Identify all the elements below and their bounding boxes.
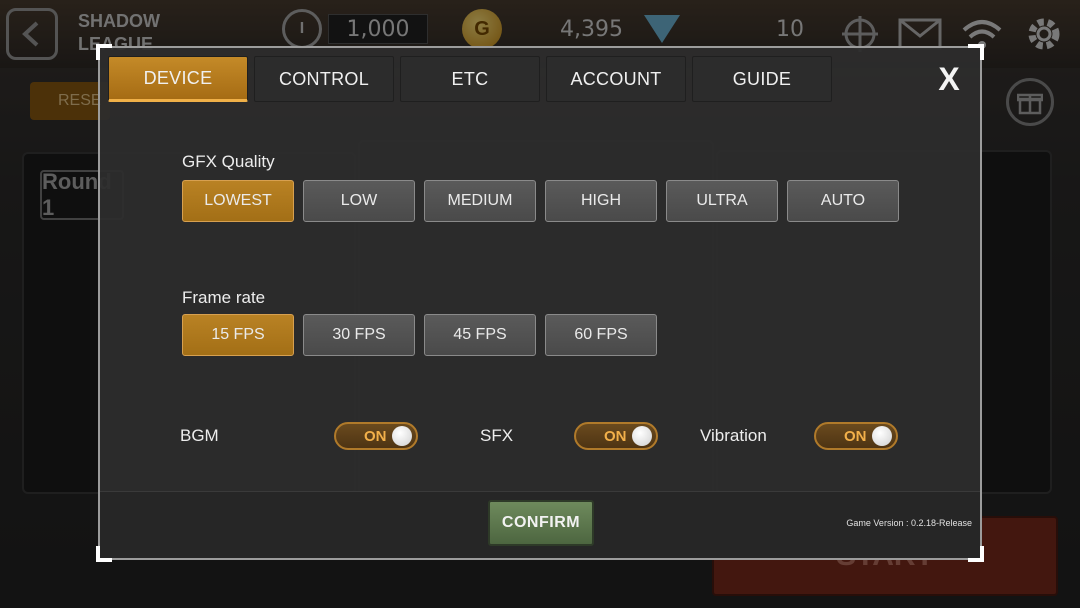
frame-rate-options: 15 FPS 30 FPS 45 FPS 60 FPS (182, 314, 657, 356)
gfx-option-low[interactable]: LOW (303, 180, 415, 222)
vibration-toggle[interactable]: ON (814, 422, 898, 450)
fps-option-60[interactable]: 60 FPS (545, 314, 657, 356)
toggle-knob (872, 426, 892, 446)
bgm-toggle-state: ON (364, 427, 387, 445)
gfx-option-high[interactable]: HIGH (545, 180, 657, 222)
tab-control[interactable]: CONTROL (254, 56, 394, 102)
toggle-knob (392, 426, 412, 446)
sfx-toggle[interactable]: ON (574, 422, 658, 450)
confirm-button[interactable]: CONFIRM (488, 500, 594, 546)
close-button[interactable]: X (932, 61, 966, 97)
gfx-option-medium[interactable]: MEDIUM (424, 180, 536, 222)
gfx-quality-label: GFX Quality (182, 152, 275, 171)
vibration-toggle-state: ON (844, 427, 867, 445)
gfx-option-ultra[interactable]: ULTRA (666, 180, 778, 222)
frame-corner (968, 44, 984, 60)
vibration-label: Vibration (700, 426, 767, 445)
gfx-option-auto[interactable]: AUTO (787, 180, 899, 222)
dialog-footer: CONFIRM Game Version : 0.2.18-Release (100, 491, 980, 558)
gfx-quality-options: LOWEST LOW MEDIUM HIGH ULTRA AUTO (182, 180, 899, 222)
tab-device[interactable]: DEVICE (108, 56, 248, 102)
bgm-label: BGM (180, 426, 219, 445)
settings-dialog: DEVICE CONTROL ETC ACCOUNT GUIDE X GFX Q… (96, 44, 984, 562)
sfx-label: SFX (480, 426, 514, 445)
sfx-toggle-state: ON (604, 427, 627, 445)
fps-option-45[interactable]: 45 FPS (424, 314, 536, 356)
tab-account[interactable]: ACCOUNT (546, 56, 686, 102)
tab-guide[interactable]: GUIDE (692, 56, 832, 102)
toggle-knob (632, 426, 652, 446)
tab-etc[interactable]: ETC (400, 56, 540, 102)
fps-option-15[interactable]: 15 FPS (182, 314, 294, 356)
frame-rate-label: Frame rate (182, 288, 266, 307)
fps-option-30[interactable]: 30 FPS (303, 314, 415, 356)
gfx-option-lowest[interactable]: LOWEST (182, 180, 294, 222)
game-version: Game Version : 0.2.18-Release (846, 518, 972, 528)
settings-tabs: DEVICE CONTROL ETC ACCOUNT GUIDE (108, 56, 832, 102)
bgm-toggle[interactable]: ON (334, 422, 418, 450)
